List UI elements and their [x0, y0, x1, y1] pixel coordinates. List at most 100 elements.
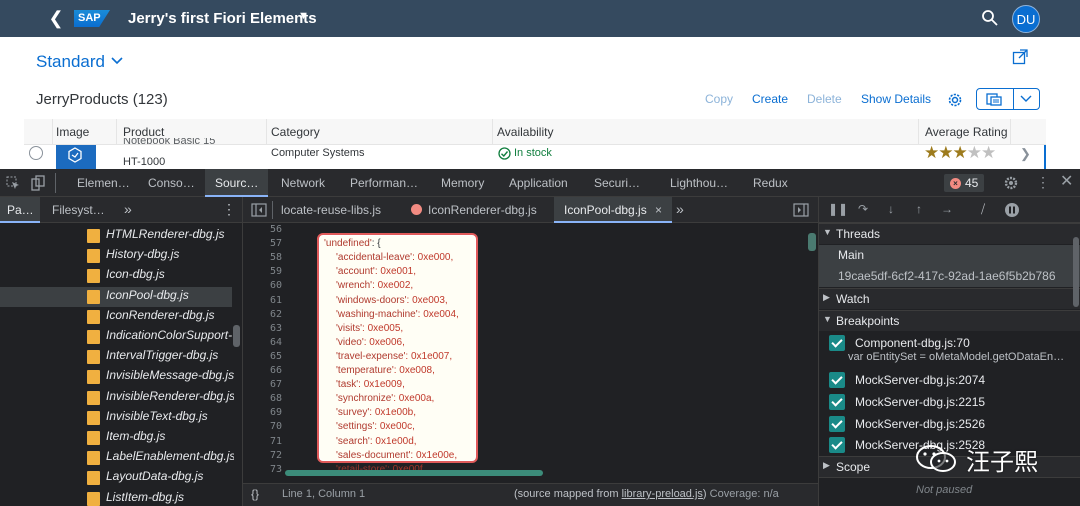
tab-page[interactable]: Pa…	[7, 203, 34, 217]
pause-icon[interactable]: ❚❚	[828, 202, 848, 216]
line-number[interactable]: 69	[248, 407, 282, 418]
copy-button[interactable]: Copy	[705, 92, 733, 106]
step-out-icon[interactable]: ↑	[912, 202, 926, 216]
column-header-availability[interactable]: Availability	[497, 125, 553, 139]
tab-network[interactable]: Network	[281, 176, 325, 190]
close-icon[interactable]: ✕	[1060, 173, 1073, 191]
gear-icon[interactable]	[946, 91, 964, 109]
file-item[interactable]: Icon-dbg.js	[106, 267, 234, 281]
delete-button[interactable]: Delete	[807, 92, 842, 106]
column-header-category[interactable]: Category	[271, 125, 320, 139]
close-icon[interactable]: ×	[655, 203, 662, 217]
breakpoint-checkbox[interactable]	[829, 437, 845, 453]
scrollbar[interactable]	[233, 325, 240, 347]
line-number[interactable]: 64	[248, 337, 282, 348]
show-details-button[interactable]: Show Details	[861, 92, 931, 106]
more-vertical-icon[interactable]: ⋮	[1036, 174, 1050, 190]
breakpoint-checkbox[interactable]	[829, 394, 845, 410]
row-select-radio[interactable]	[29, 146, 43, 160]
line-number[interactable]: 59	[248, 266, 282, 277]
file-item[interactable]: Item-dbg.js	[106, 429, 234, 443]
search-icon[interactable]	[980, 8, 1000, 28]
variant-management[interactable]: Standard	[36, 52, 105, 72]
line-number[interactable]: 57	[248, 238, 282, 249]
line-number[interactable]: 61	[248, 295, 282, 306]
line-number[interactable]: 60	[248, 280, 282, 291]
tab-lighthouse[interactable]: Lighthou…	[670, 176, 728, 190]
breakpoint-checkbox[interactable]	[829, 372, 845, 388]
device-toggle-icon[interactable]	[30, 175, 46, 191]
tab-performance[interactable]: Performan…	[350, 176, 418, 190]
file-item[interactable]: IconPool-dbg.js	[106, 288, 234, 302]
line-number[interactable]: 68	[248, 393, 282, 404]
vertical-scrollbar[interactable]	[808, 233, 816, 251]
breakpoint-file[interactable]: MockServer-dbg.js:2074	[855, 373, 985, 387]
more-vertical-icon[interactable]: ⋮	[222, 201, 236, 218]
line-number[interactable]: 62	[248, 309, 282, 320]
file-item[interactable]: InvisibleMessage-dbg.js	[106, 368, 234, 382]
line-number[interactable]: 73	[248, 464, 282, 475]
breakpoint-file[interactable]: MockServer-dbg.js:2526	[855, 417, 985, 431]
breakpoint-checkbox[interactable]	[829, 416, 845, 432]
create-button[interactable]: Create	[752, 92, 788, 106]
more-tabs-icon[interactable]: »	[124, 201, 132, 217]
file-item[interactable]: LabelEnablement-dbg.js	[106, 449, 234, 463]
horizontal-scrollbar[interactable]	[285, 470, 543, 476]
editor-tab-locate-reuse-libs[interactable]: locate-reuse-libs.js	[281, 203, 381, 217]
gear-icon[interactable]	[1003, 175, 1019, 191]
file-item[interactable]: IconRenderer-dbg.js	[106, 308, 234, 322]
breakpoint-checkbox[interactable]	[829, 335, 845, 351]
share-icon[interactable]	[1012, 49, 1028, 65]
line-number[interactable]: 67	[248, 379, 282, 390]
chevron-down-icon[interactable]	[1020, 95, 1032, 103]
step-over-icon[interactable]: ↷	[856, 202, 870, 216]
avatar[interactable]: DU	[1012, 5, 1040, 33]
more-tabs-icon[interactable]: »	[676, 201, 684, 217]
back-button[interactable]: ❮	[44, 6, 68, 30]
editor-tab-iconpool[interactable]: IconPool-dbg.js	[564, 203, 647, 217]
file-item[interactable]: IndicationColorSupport-	[106, 328, 234, 342]
file-item[interactable]: LayoutData-dbg.js	[106, 469, 234, 483]
toggle-debugger-icon[interactable]	[793, 203, 809, 217]
step-into-icon[interactable]: ↓	[884, 202, 898, 216]
chevron-down-icon[interactable]	[110, 54, 124, 68]
pretty-print-button[interactable]: {}	[251, 487, 259, 501]
tab-application[interactable]: Application	[509, 176, 568, 190]
file-item[interactable]: InvisibleText-dbg.js	[106, 409, 234, 423]
line-number[interactable]: 65	[248, 351, 282, 362]
deactivate-breakpoints-icon[interactable]: ⧸	[976, 202, 990, 216]
source-map-link[interactable]: library-preload.js	[622, 488, 703, 500]
line-number[interactable]: 56	[248, 224, 282, 235]
tab-redux[interactable]: Redux	[753, 176, 788, 190]
chevron-right-icon[interactable]: ❯	[1020, 146, 1031, 162]
line-number[interactable]: 66	[248, 365, 282, 376]
line-number[interactable]: 58	[248, 252, 282, 263]
line-number[interactable]: 72	[248, 450, 282, 461]
app-title[interactable]: Jerry's first Fiori Elements	[128, 10, 317, 27]
column-header-average-rating[interactable]: Average Rating	[925, 125, 1008, 139]
tab-memory[interactable]: Memory	[441, 176, 484, 190]
breakpoint-file[interactable]: Component-dbg.js:70	[855, 336, 970, 350]
editor-tab-iconrenderer[interactable]: IconRenderer-dbg.js	[428, 203, 537, 217]
pause-on-exceptions-icon[interactable]	[1004, 202, 1020, 218]
tab-filesystem[interactable]: Filesyst…	[52, 203, 105, 217]
toggle-navigator-icon[interactable]	[251, 203, 267, 217]
tab-sources[interactable]: Sourc…	[215, 176, 258, 190]
column-header-image[interactable]: Image	[56, 125, 89, 139]
tab-console[interactable]: Conso…	[148, 176, 195, 190]
step-icon[interactable]: →	[940, 202, 954, 216]
breakpoint-file[interactable]: MockServer-dbg.js:2215	[855, 395, 985, 409]
file-item[interactable]: IntervalTrigger-dbg.js	[106, 348, 234, 362]
tab-elements[interactable]: Elemen…	[77, 176, 130, 190]
scrollbar[interactable]	[1073, 237, 1079, 307]
caret-down-icon[interactable]: ▼	[298, 10, 309, 22]
tab-security[interactable]: Securi…	[594, 176, 640, 190]
file-item[interactable]: ListItem-dbg.js	[106, 490, 234, 504]
file-item[interactable]: History-dbg.js	[106, 247, 234, 261]
file-item[interactable]: HTMLRenderer-dbg.js	[106, 227, 234, 241]
line-number[interactable]: 63	[248, 323, 282, 334]
inspect-icon[interactable]	[6, 176, 20, 190]
column-header-product[interactable]: Product	[123, 125, 164, 139]
line-number[interactable]: 70	[248, 421, 282, 432]
line-number[interactable]: 71	[248, 436, 282, 447]
